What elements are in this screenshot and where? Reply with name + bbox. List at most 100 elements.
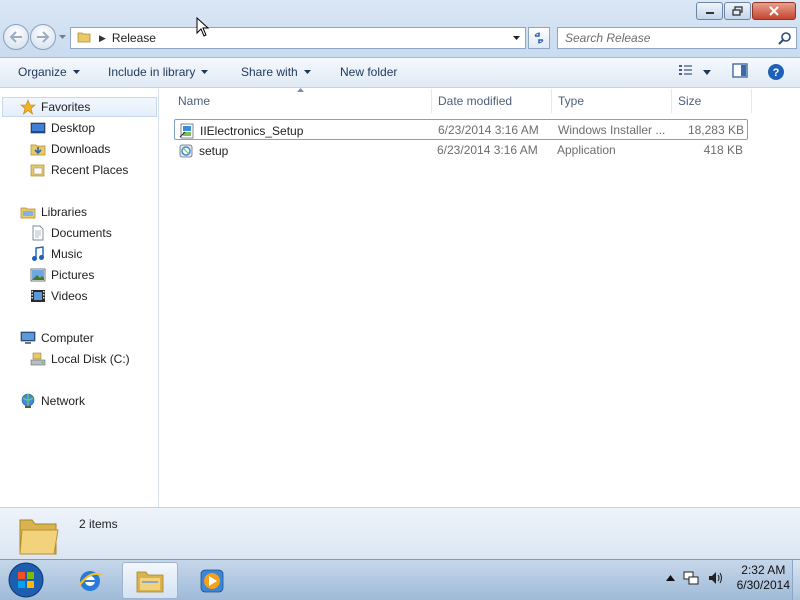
sidebar-item-label: Recent Places: [51, 163, 129, 177]
forward-button[interactable]: [30, 24, 56, 50]
maximize-button[interactable]: [724, 2, 751, 20]
show-hidden-icons-button[interactable]: [665, 575, 675, 581]
column-header-date[interactable]: Date modified: [432, 89, 552, 113]
navigation-pane: Favorites Desktop Downloads Recent Place…: [0, 89, 159, 507]
mouse-cursor-icon: [196, 17, 210, 37]
file-type: Windows Installer ...: [558, 123, 666, 137]
search-input[interactable]: [565, 31, 775, 45]
sidebar-item-music[interactable]: Music: [30, 244, 82, 264]
sidebar-item-label: Downloads: [51, 142, 111, 156]
file-list: Name Date modified Type Size IIElectroni…: [160, 88, 800, 507]
column-header-type[interactable]: Type: [552, 89, 672, 113]
change-view-button[interactable]: [678, 63, 694, 77]
windows-explorer-icon: [136, 571, 164, 592]
chevron-down-icon: [201, 70, 209, 74]
share-with-menu[interactable]: Share with: [241, 65, 311, 79]
refresh-button[interactable]: [528, 27, 550, 49]
taskbar-app-windows-explorer[interactable]: [122, 562, 178, 599]
file-row[interactable]: IIElectronics_Setup 6/23/2014 3:16 AM Wi…: [174, 119, 748, 140]
recent-pages-dropdown[interactable]: [57, 24, 67, 50]
network-status-icon[interactable]: [683, 570, 699, 586]
preview-pane-button[interactable]: [732, 63, 748, 79]
navigation-buttons: [3, 24, 67, 50]
close-button[interactable]: [752, 2, 796, 20]
address-bar[interactable]: ▶ Release: [70, 27, 526, 49]
file-row[interactable]: setup 6/23/2014 3:16 AM Application 418 …: [174, 140, 748, 161]
include-in-library-label: Include in library: [108, 65, 196, 79]
search-box[interactable]: [557, 27, 797, 49]
breadcrumb-separator-icon[interactable]: ▶: [99, 33, 106, 44]
breadcrumb-current[interactable]: Release: [112, 31, 156, 45]
column-header-label: Name: [178, 94, 211, 108]
sidebar-item-network[interactable]: Network: [20, 391, 85, 411]
msi-installer-icon: [179, 123, 195, 139]
minimize-icon: [705, 12, 714, 14]
media-player-icon: [200, 569, 224, 592]
minimize-button[interactable]: [696, 2, 723, 20]
search-icon[interactable]: [778, 31, 792, 48]
start-button[interactable]: [6, 562, 46, 598]
sidebar-item-documents[interactable]: Documents: [30, 223, 112, 243]
new-folder-button[interactable]: New folder: [340, 65, 397, 79]
organize-menu[interactable]: Organize: [18, 65, 80, 79]
sidebar-item-label: Network: [41, 394, 86, 408]
sidebar-item-local-disk[interactable]: Local Disk (C:): [30, 349, 130, 369]
include-in-library-menu[interactable]: Include in library: [108, 65, 209, 79]
sidebar-item-label: Music: [51, 247, 83, 261]
svg-text:?: ?: [773, 67, 780, 79]
file-name-cell[interactable]: setup: [178, 143, 228, 159]
sidebar-item-favorites[interactable]: Favorites: [2, 97, 157, 117]
sidebar-item-desktop[interactable]: Desktop: [30, 118, 95, 138]
downloads-folder-icon: [30, 141, 46, 157]
sidebar-item-label: Desktop: [51, 121, 96, 135]
back-button[interactable]: [3, 24, 29, 50]
videos-icon: [30, 288, 46, 304]
restore-icon: [731, 6, 743, 16]
volume-icon[interactable]: [707, 570, 723, 586]
setup-exe-icon: [178, 143, 194, 159]
share-with-label: Share with: [241, 65, 298, 79]
star-icon: [20, 99, 36, 115]
column-header-label: Date modified: [438, 94, 513, 108]
forward-arrow-icon: [37, 31, 50, 43]
file-date: 6/23/2014 3:16 AM: [438, 123, 539, 137]
sidebar-item-downloads[interactable]: Downloads: [30, 139, 110, 159]
sidebar-item-pictures[interactable]: Pictures: [30, 265, 94, 285]
column-header-size[interactable]: Size: [672, 89, 752, 113]
notification-area: 2:32 AM 6/30/2014: [662, 563, 790, 593]
sidebar-item-recent-places[interactable]: Recent Places: [30, 160, 128, 180]
chevron-down-icon: [58, 34, 66, 39]
internet-explorer-icon: [78, 570, 103, 591]
clock-date: 6/30/2014: [736, 578, 790, 592]
sidebar-item-label: Videos: [51, 289, 88, 303]
view-options-dropdown[interactable]: [703, 70, 711, 75]
show-desktop-button[interactable]: [792, 560, 800, 600]
address-history-dropdown[interactable]: [512, 32, 521, 47]
libraries-icon: [20, 204, 36, 220]
file-date: 6/23/2014 3:16 AM: [437, 143, 538, 157]
documents-icon: [30, 225, 46, 241]
sidebar-item-label: Libraries: [41, 205, 88, 219]
system-clock[interactable]: 2:32 AM 6/30/2014: [737, 563, 790, 593]
file-name: setup: [199, 144, 229, 158]
chevron-down-icon: [703, 70, 711, 75]
column-header-name[interactable]: Name: [172, 89, 432, 113]
sort-ascending-icon: [297, 88, 304, 92]
help-button[interactable]: ?: [767, 63, 785, 81]
organize-label: Organize: [18, 65, 67, 79]
sidebar-item-label: Pictures: [51, 268, 95, 282]
desktop-icon: [30, 120, 46, 136]
file-name-cell[interactable]: IIElectronics_Setup: [179, 123, 303, 139]
item-count: 2 items: [79, 517, 118, 531]
network-icon: [20, 393, 36, 409]
sidebar-item-videos[interactable]: Videos: [30, 286, 87, 306]
file-size: 418 KB: [703, 143, 743, 157]
chevron-down-icon: [513, 36, 520, 40]
clock-time: 2:32 AM: [741, 563, 786, 577]
sidebar-item-computer[interactable]: Computer: [20, 328, 94, 348]
taskbar-app-media-player[interactable]: [184, 562, 240, 599]
back-arrow-icon: [9, 31, 22, 43]
computer-icon: [20, 330, 36, 346]
sidebar-item-libraries[interactable]: Libraries: [20, 202, 87, 222]
taskbar-app-internet-explorer[interactable]: [62, 562, 118, 599]
